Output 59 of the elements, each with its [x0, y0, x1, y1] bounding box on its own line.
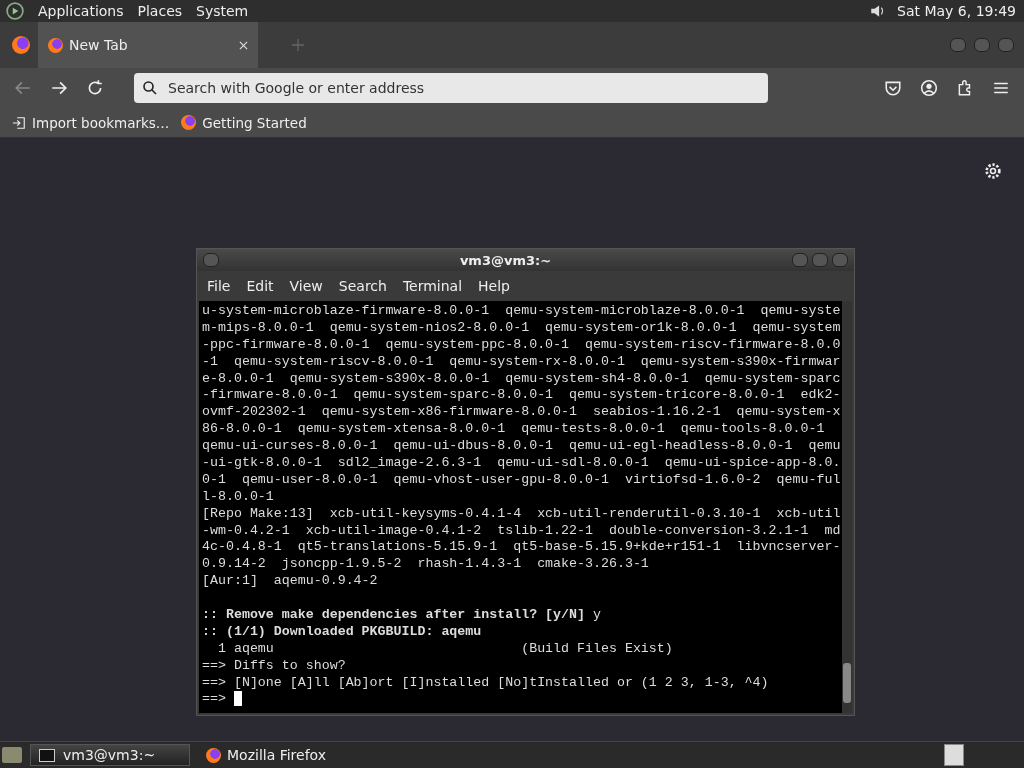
- panel-menu[interactable]: Places: [137, 3, 183, 19]
- terminal-prompt: ==>: [202, 691, 227, 707]
- menu-item[interactable]: Edit: [238, 278, 282, 294]
- import-icon: [12, 115, 26, 130]
- terminal-line: 1 aqemu (Build Files Exist): [216, 640, 674, 658]
- bookmark[interactable]: Getting Started: [181, 114, 307, 131]
- window-button-icon[interactable]: [832, 253, 848, 267]
- terminal-line: -ppc-firmware-8.0.0-1 qemu-system-ppc-8.0.0-1 qemu-system-riscv-firmware-8.0.0: [202, 336, 842, 354]
- terminal-line: 0.9.14-2 jsoncpp-1.9.5-2 rhash-1.4.3-1 cmake-3.26.3-1: [202, 556, 650, 574]
- terminal-line: 4c-0.4.8-1 qt5-translations-5.15.9-1 qt5-base-5.15.9+kde+r151-1 libvncserver-: [202, 539, 842, 557]
- window-button-icon[interactable]: [974, 38, 990, 52]
- taskbar-button[interactable]: Mozilla Firefox: [198, 744, 358, 766]
- bookmark[interactable]: Import bookmarks…: [12, 114, 170, 131]
- terminal-line: -1 qemu-system-riscv-8.0.0-1 qemu-system-rx-8.0.0-1 qemu-system-s390x-firmwar: [202, 353, 842, 371]
- terminal-line: qemu-ui-curses-8.0.0-1 qemu-ui-dbus-8.0.0-1 qemu-ui-egl-headless-8.0.0-1 qemu: [202, 438, 842, 455]
- menu-item[interactable]: Terminal: [394, 278, 471, 294]
- terminal-line: m-mips-8.0.0-1 qemu-system-nios2-8.0.0-1 qemu-system-or1k-8.0.0-1 qemu-system: [202, 319, 842, 337]
- panel-menu[interactable]: System: [196, 3, 249, 19]
- window-button-icon[interactable]: [792, 253, 808, 267]
- terminal-line: ==> Diffs to show?: [202, 657, 347, 675]
- terminal-line: -wm-0.4.2-1 xcb-util-image-0.4.1-2 tslib-1.22-1 double-conversion-3.2.1-1 md: [202, 522, 842, 540]
- browser-tab[interactable]: New Tab: [38, 22, 258, 68]
- window-title: vm3@vm3:~: [458, 252, 553, 268]
- terminal-line: u-system-microblaze-firmware-8.0.0-1 qemu-system-microblaze-8.0.0-1 qemu-syste: [202, 303, 842, 320]
- close-icon[interactable]: [239, 40, 248, 50]
- address-field[interactable]: Search with Google or enter address: [134, 73, 768, 103]
- clock[interactable]: Sat May 6, 19:49: [897, 3, 1016, 19]
- terminal-line: 0-1 qemu-user-8.0.0-1 qemu-vhost-user-gpu-8.0.0-1 virtiofsd-1.6.0-2 qemu-ful: [202, 471, 842, 489]
- terminal-line: ovmf-202302-1 qemu-system-x86-firmware-8.0.0-1 seabios-1.16.2-1 qemu-system-x: [202, 404, 842, 422]
- menu-item[interactable]: Search: [330, 278, 395, 294]
- window-button-icon[interactable]: [950, 38, 966, 52]
- window-button-icon[interactable]: [812, 253, 828, 267]
- play-logo-icon[interactable]: [6, 2, 24, 20]
- terminal-line: [Repo Make:13] xcb-util-keysyms-0.4.1-4 xcb-util-renderutil-0.3.10-1 xcb-util: [202, 505, 842, 523]
- account-icon[interactable]: [920, 79, 938, 97]
- reload-icon[interactable]: [86, 79, 104, 97]
- pocket-icon[interactable]: [884, 79, 902, 97]
- menu-item[interactable]: File: [199, 278, 239, 294]
- settings-icon[interactable]: [984, 162, 1002, 180]
- terminal-line: e-8.0.0-1 qemu-system-s390x-8.0.0-1 qemu-system-sh4-8.0.0-1 qemu-system-sparc: [202, 370, 842, 388]
- terminal-line: :: (1/1) Downloaded PKGBUILD: aqemu: [202, 623, 483, 641]
- terminal-line: ==> [N]one [A]ll [Ab]ort [I]nstalled [No]tInstalled or (1 2 3, 1-3, ^4): [202, 674, 770, 692]
- forward-icon[interactable]: [50, 79, 68, 97]
- text-cursor: [233, 691, 242, 707]
- terminal-line: :: Remove make dependencies after install? [y/N] y: [202, 607, 602, 624]
- scrollbar[interactable]: [842, 301, 852, 713]
- window-button-icon[interactable]: [998, 38, 1014, 52]
- menu-item[interactable]: View: [281, 278, 331, 294]
- taskbar-button[interactable]: vm3@vm3:~: [30, 744, 190, 766]
- menu-item[interactable]: Help: [470, 278, 518, 294]
- firefox-icon[interactable]: [12, 36, 30, 54]
- back-icon[interactable]: [14, 79, 32, 97]
- terminal-line: 86-8.0.0-1 qemu-system-xtensa-8.0.0-1 qemu-tests-8.0.0-1 qemu-tools-8.0.0-1: [202, 421, 826, 439]
- terminal-line: -ui-gtk-8.0.0-1 sdl2_image-2.6.3-1 qemu-ui-sdl-8.0.0-1 qemu-ui-spice-app-8.0.: [202, 455, 842, 472]
- terminal-line: -firmware-8.0.0-1 qemu-system-sparc-8.0.0-1 qemu-system-tricore-8.0.0-1 edk2-: [202, 387, 842, 405]
- terminal-line: l-8.0.0-1: [202, 488, 275, 506]
- window-menu-icon[interactable]: [203, 253, 219, 267]
- panel-menu[interactable]: Applications: [38, 3, 124, 19]
- terminal-line: [Aur:1] aqemu-0.9.4-2: [202, 573, 379, 591]
